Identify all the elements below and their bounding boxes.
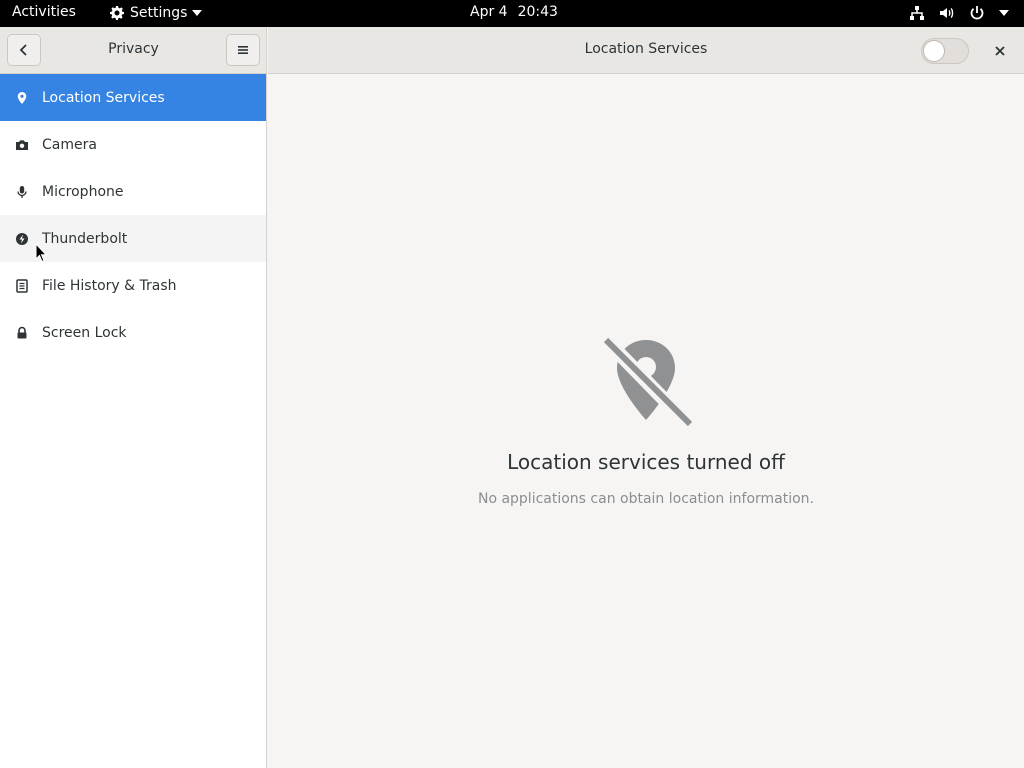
privacy-sidebar: Location Services Camera Microphone Thun… <box>0 74 267 768</box>
sidebar-item-location-services[interactable]: Location Services <box>0 74 266 121</box>
thunderbolt-icon <box>14 231 30 247</box>
empty-state-title: Location services turned off <box>507 450 785 474</box>
sidebar-item-label: Microphone <box>42 183 124 200</box>
empty-state-subtitle: No applications can obtain location info… <box>477 491 815 507</box>
microphone-icon <box>14 184 30 200</box>
page-title: Location Services <box>584 41 708 57</box>
sidebar-item-file-history-trash[interactable]: File History & Trash <box>0 262 266 309</box>
location-disabled-icon <box>602 337 694 429</box>
chevron-down-icon <box>998 5 1010 21</box>
sidebar-item-screen-lock[interactable]: Screen Lock <box>0 309 266 356</box>
hamburger-menu-icon <box>238 46 248 54</box>
lock-icon <box>14 325 30 341</box>
location-pin-icon <box>14 90 30 106</box>
gear-icon <box>108 4 126 22</box>
clock[interactable]: Apr 4 20:43 <box>470 4 558 20</box>
settings-window: Privacy Location Services Location Servi… <box>0 27 1024 768</box>
close-icon <box>995 46 1005 56</box>
power-icon <box>968 4 986 22</box>
sidebar-item-label: Screen Lock <box>42 324 127 341</box>
switch-knob <box>923 40 945 62</box>
mouse-cursor-icon <box>35 243 47 263</box>
camera-icon <box>14 137 30 153</box>
main-content: Location services turned off No applicat… <box>268 74 1024 768</box>
clock-date: Apr 4 <box>470 4 508 20</box>
system-tray[interactable] <box>908 4 1010 22</box>
close-button[interactable] <box>988 40 1012 62</box>
file-history-icon <box>14 278 30 294</box>
network-icon <box>908 4 926 22</box>
sidebar-header: Privacy <box>0 27 267 74</box>
menu-button[interactable] <box>226 34 260 66</box>
sidebar-item-camera[interactable]: Camera <box>0 121 266 168</box>
app-menu-label: Settings <box>130 5 188 21</box>
sidebar-item-label: Location Services <box>42 89 165 106</box>
sidebar-item-label: Camera <box>42 136 97 153</box>
clock-time: 20:43 <box>517 4 558 20</box>
sidebar-item-label: File History & Trash <box>42 277 177 294</box>
app-menu[interactable]: Settings <box>108 3 203 23</box>
top-bar: Activities Settings Apr 4 20:43 <box>0 0 1024 27</box>
location-services-switch[interactable] <box>921 38 969 64</box>
sidebar-item-microphone[interactable]: Microphone <box>0 168 266 215</box>
content-header: Location Services <box>268 27 1024 74</box>
sidebar-item-label: Thunderbolt <box>42 230 128 247</box>
volume-icon <box>938 4 956 22</box>
activities-button[interactable]: Activities <box>12 4 76 20</box>
chevron-down-icon <box>191 5 203 21</box>
